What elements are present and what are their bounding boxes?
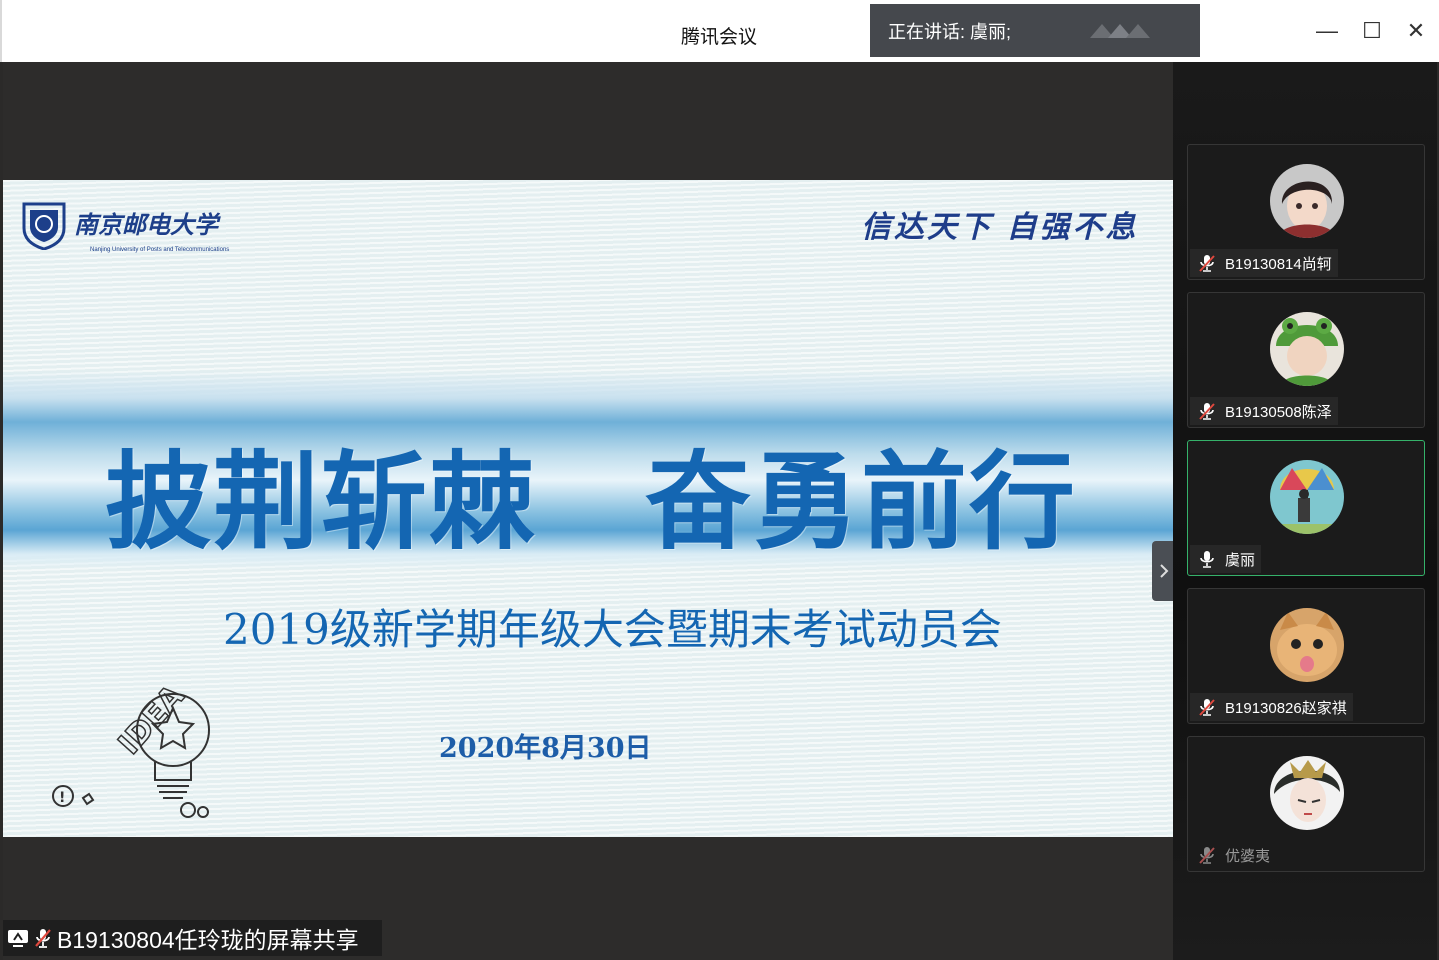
participant-tile[interactable]: 优婆夷 bbox=[1187, 736, 1425, 872]
speaking-label: 正在讲话: 虞丽; bbox=[888, 21, 1012, 42]
close-button[interactable]: ✕ bbox=[1403, 18, 1429, 44]
slide-subtitle: 2019级新学期年级大会暨期末考试动员会 bbox=[223, 605, 1002, 654]
screen-share-icon bbox=[8, 930, 28, 947]
mic-muted-icon bbox=[1199, 847, 1215, 864]
mic-muted-icon bbox=[35, 929, 51, 948]
avatar bbox=[1270, 312, 1344, 386]
participant-name-tag: B19130814尚轲 bbox=[1190, 249, 1338, 277]
participant-name: 优婆夷 bbox=[1225, 847, 1271, 865]
tencent-meeting-logo-icon bbox=[1090, 24, 1150, 38]
participant-name: B19130826赵家祺 bbox=[1225, 699, 1347, 717]
screen-share-owner: B19130804任玲珑的屏幕共享 bbox=[57, 927, 359, 953]
participant-tile[interactable]: B19130508陈泽 bbox=[1187, 292, 1425, 428]
participant-name: B19130508陈泽 bbox=[1225, 403, 1332, 421]
app-title: 腾讯会议 bbox=[681, 27, 758, 48]
participant-name-tag: 虞丽 bbox=[1190, 545, 1262, 573]
avatar bbox=[1270, 164, 1344, 238]
screen-share-label: B19130804任玲珑的屏幕共享 bbox=[3, 920, 382, 956]
university-emblem-icon bbox=[22, 202, 66, 250]
participant-panel: B19130814尚轲 B19130508陈泽 虞丽 B19130826赵家祺 … bbox=[1173, 62, 1437, 960]
participant-name: B19130814尚轲 bbox=[1225, 255, 1332, 273]
presentation-slide: 南京邮电大学 Nanjing University of Posts and T… bbox=[3, 180, 1173, 837]
mic-on-icon bbox=[1200, 551, 1214, 568]
university-logo: 南京邮电大学 Nanjing University of Posts and T… bbox=[20, 199, 229, 253]
participant-name-tag: B19130508陈泽 bbox=[1190, 397, 1338, 425]
university-english-name: Nanjing University of Posts and Telecomm… bbox=[90, 247, 230, 253]
chevron-right-icon bbox=[1160, 564, 1169, 578]
participant-tile[interactable]: B19130814尚轲 bbox=[1187, 144, 1425, 280]
participant-tile-active-speaker[interactable]: 虞丽 bbox=[1187, 440, 1425, 576]
avatar bbox=[1270, 756, 1344, 830]
avatar bbox=[1270, 460, 1344, 534]
svg-text:!: ! bbox=[59, 790, 65, 806]
mic-muted-icon bbox=[1199, 255, 1215, 272]
participant-tile[interactable]: B19130826赵家祺 bbox=[1187, 588, 1425, 724]
university-motto: 信达天下 自强不息 bbox=[861, 210, 1139, 245]
minimize-button[interactable]: — bbox=[1314, 18, 1340, 44]
screen-share-area: 南京邮电大学 Nanjing University of Posts and T… bbox=[3, 62, 1176, 960]
participant-name: 虞丽 bbox=[1225, 551, 1256, 569]
mic-muted-icon bbox=[1199, 403, 1215, 420]
participant-name-tag: 优婆夷 bbox=[1190, 841, 1276, 869]
idea-lightbulb-icon: IDEA ! bbox=[52, 677, 210, 818]
maximize-button[interactable]: ☐ bbox=[1359, 18, 1385, 44]
speaking-indicator: 正在讲话: 虞丽; bbox=[870, 4, 1200, 57]
avatar bbox=[1270, 608, 1344, 682]
slide-title: 披荆斩棘 奋勇前行 bbox=[105, 444, 1077, 562]
slide-date: 2020年8月30日 bbox=[439, 733, 652, 764]
title-bar: 腾讯会议 正在讲话: 虞丽; — ☐ ✕ bbox=[0, 0, 1439, 62]
participant-name-tag: B19130826赵家祺 bbox=[1190, 693, 1353, 721]
idea-text: IDEA bbox=[112, 678, 192, 761]
mic-muted-icon bbox=[1199, 699, 1215, 716]
university-name: 南京邮电大学 bbox=[74, 210, 218, 239]
